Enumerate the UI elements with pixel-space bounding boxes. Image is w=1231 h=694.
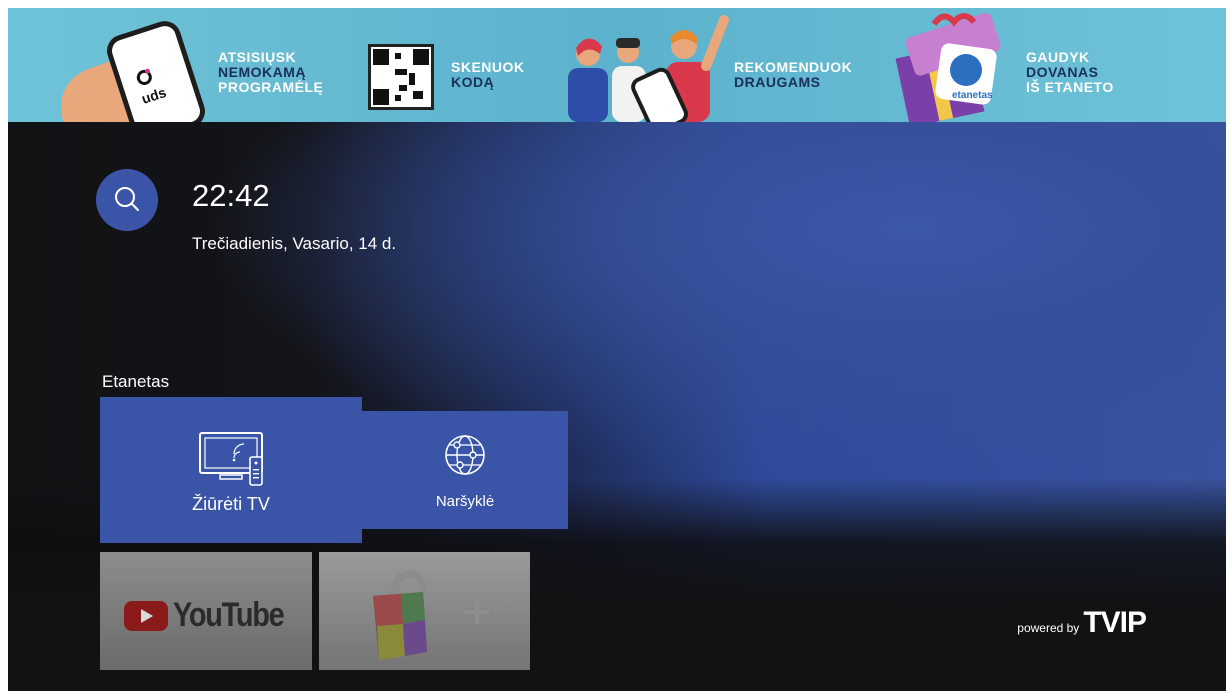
powered-by-tvip: powered by TVIP bbox=[1017, 606, 1147, 640]
youtube-icon bbox=[124, 600, 168, 631]
browser-label: Naršyklė bbox=[435, 493, 495, 510]
tv-home-screen: uds ATSISIŲSK NEMOKAMĄ PROGRAMĖLĘ SKENUO… bbox=[8, 8, 1226, 691]
search-button[interactable] bbox=[96, 169, 158, 231]
youtube-app-tile[interactable]: YouTube bbox=[100, 552, 312, 670]
watch-tv-label: Žiūrėti TV bbox=[192, 494, 270, 514]
banner-step-scan: SKENUOK KODĄ bbox=[451, 59, 525, 90]
qr-code bbox=[368, 44, 434, 110]
search-icon bbox=[115, 187, 139, 211]
section-title: Etanetas bbox=[102, 372, 170, 391]
etanetas-logo: etanetas bbox=[952, 90, 993, 101]
youtube-logo: YouTube bbox=[124, 596, 303, 635]
banner-step-download: ATSISIŲSK NEMOKAMĄ PROGRAMĖLĘ bbox=[218, 49, 324, 95]
powered-by-label: powered by bbox=[1017, 621, 1080, 635]
banner-step-recommend: REKOMENDUOK DRAUGAMS bbox=[734, 59, 853, 90]
tvip-logo: TVIP bbox=[1083, 606, 1147, 639]
app-store-icon bbox=[373, 570, 489, 660]
watch-tv-tile[interactable]: Žiūrėti TV bbox=[100, 397, 362, 543]
gift-illustration bbox=[895, 12, 1001, 122]
app-store-tile[interactable] bbox=[319, 552, 530, 670]
browser-tile[interactable]: Naršyklė bbox=[362, 411, 568, 529]
banner-step-gifts: GAUDYK DOVANAS IŠ ETANETO bbox=[1026, 49, 1114, 95]
globe-icon bbox=[445, 435, 485, 475]
date-label: Trečiadienis, Vasario, 14 d. bbox=[192, 234, 397, 253]
friends-illustration bbox=[568, 15, 729, 122]
youtube-label: YouTube bbox=[173, 596, 285, 634]
tv-icon bbox=[199, 432, 263, 486]
uds-logo: uds bbox=[133, 64, 168, 107]
promo-banner[interactable]: uds ATSISIŲSK NEMOKAMĄ PROGRAMĖLĘ SKENUO… bbox=[8, 8, 1226, 122]
clock: 22:42 bbox=[192, 178, 270, 213]
